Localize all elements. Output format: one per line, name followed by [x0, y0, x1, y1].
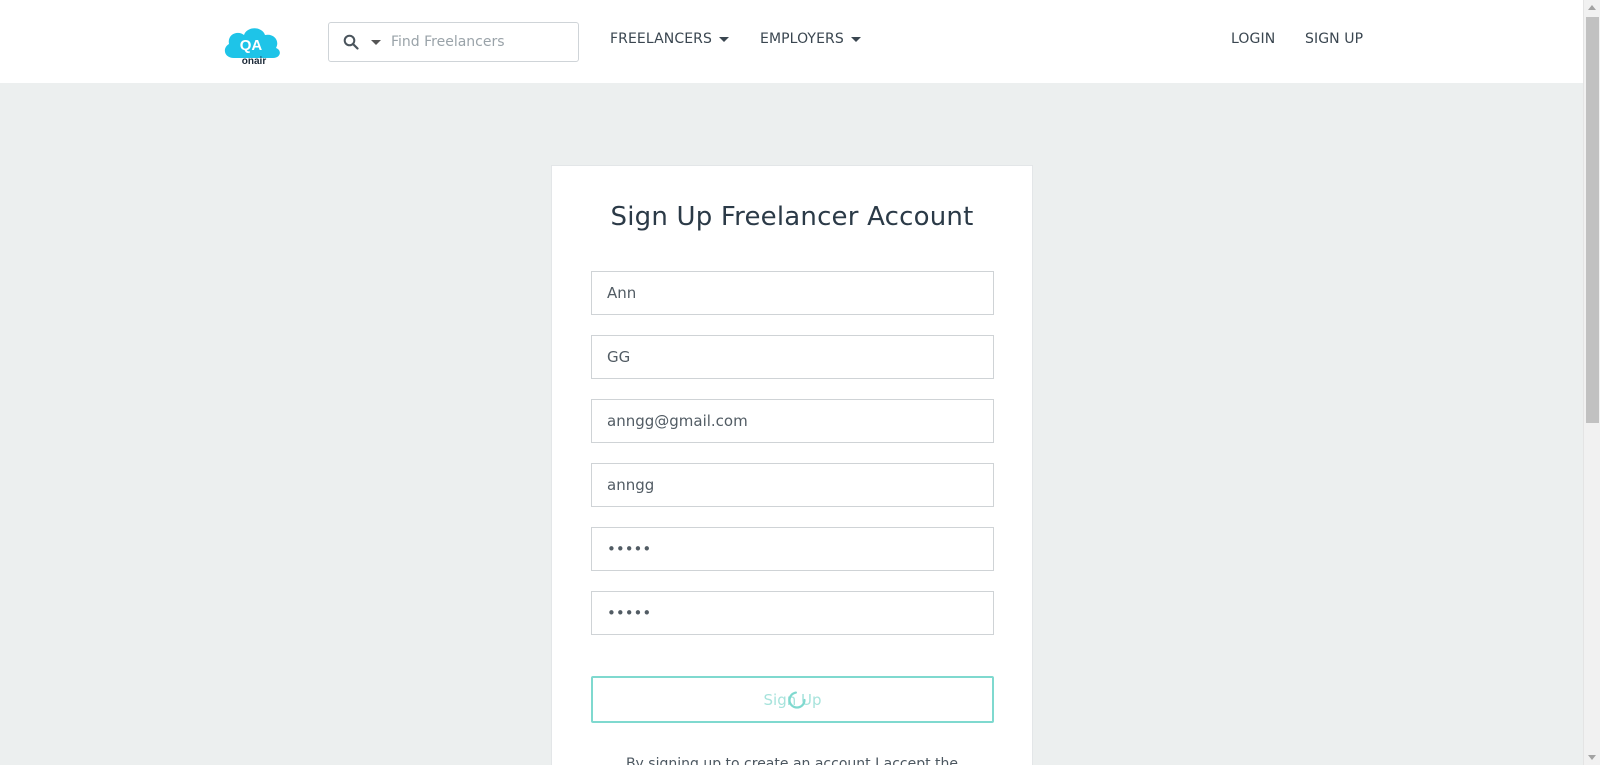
- nav-employers-label: EMPLOYERS: [760, 31, 844, 47]
- svg-text:QA: QA: [240, 37, 263, 54]
- first-name-field[interactable]: [591, 271, 994, 315]
- search-icon[interactable]: [343, 34, 359, 50]
- svg-text:onair: onair: [242, 56, 267, 66]
- cloud-logo-icon: QA onair: [224, 28, 280, 66]
- signup-link[interactable]: SIGN UP: [1305, 31, 1363, 47]
- search-category-dropdown-icon[interactable]: [371, 39, 381, 45]
- scroll-down-icon[interactable]: [1588, 755, 1596, 760]
- confirm-password-field[interactable]: [591, 591, 994, 635]
- top-navbar: QA onair FREELANCERS EMPLOYERS LOGIN SIG…: [0, 0, 1583, 83]
- nav-freelancers-label: FREELANCERS: [610, 31, 712, 47]
- username-field[interactable]: [591, 463, 994, 507]
- search-input[interactable]: [391, 24, 578, 60]
- chevron-down-icon: [850, 36, 861, 42]
- loading-spinner-icon: [788, 691, 806, 709]
- email-field[interactable]: [591, 399, 994, 443]
- search-box[interactable]: [328, 22, 579, 62]
- terms-text: By signing up to create an account I acc…: [625, 756, 959, 765]
- scrollbar-thumb[interactable]: [1586, 17, 1599, 423]
- password-field[interactable]: [591, 527, 994, 571]
- scroll-up-icon[interactable]: [1588, 5, 1596, 10]
- site-logo[interactable]: QA onair: [220, 22, 284, 66]
- chevron-down-icon: [718, 36, 729, 42]
- page-scrollbar[interactable]: [1583, 0, 1600, 765]
- login-link[interactable]: LOGIN: [1231, 31, 1275, 47]
- page-title: Sign Up Freelancer Account: [610, 202, 974, 232]
- nav-employers-menu[interactable]: EMPLOYERS: [760, 31, 861, 47]
- last-name-field[interactable]: [591, 335, 994, 379]
- signup-card: Sign Up Freelancer Account Sign Up By si…: [551, 165, 1033, 765]
- sign-up-button[interactable]: Sign Up: [591, 676, 994, 723]
- nav-freelancers-menu[interactable]: FREELANCERS: [610, 31, 729, 47]
